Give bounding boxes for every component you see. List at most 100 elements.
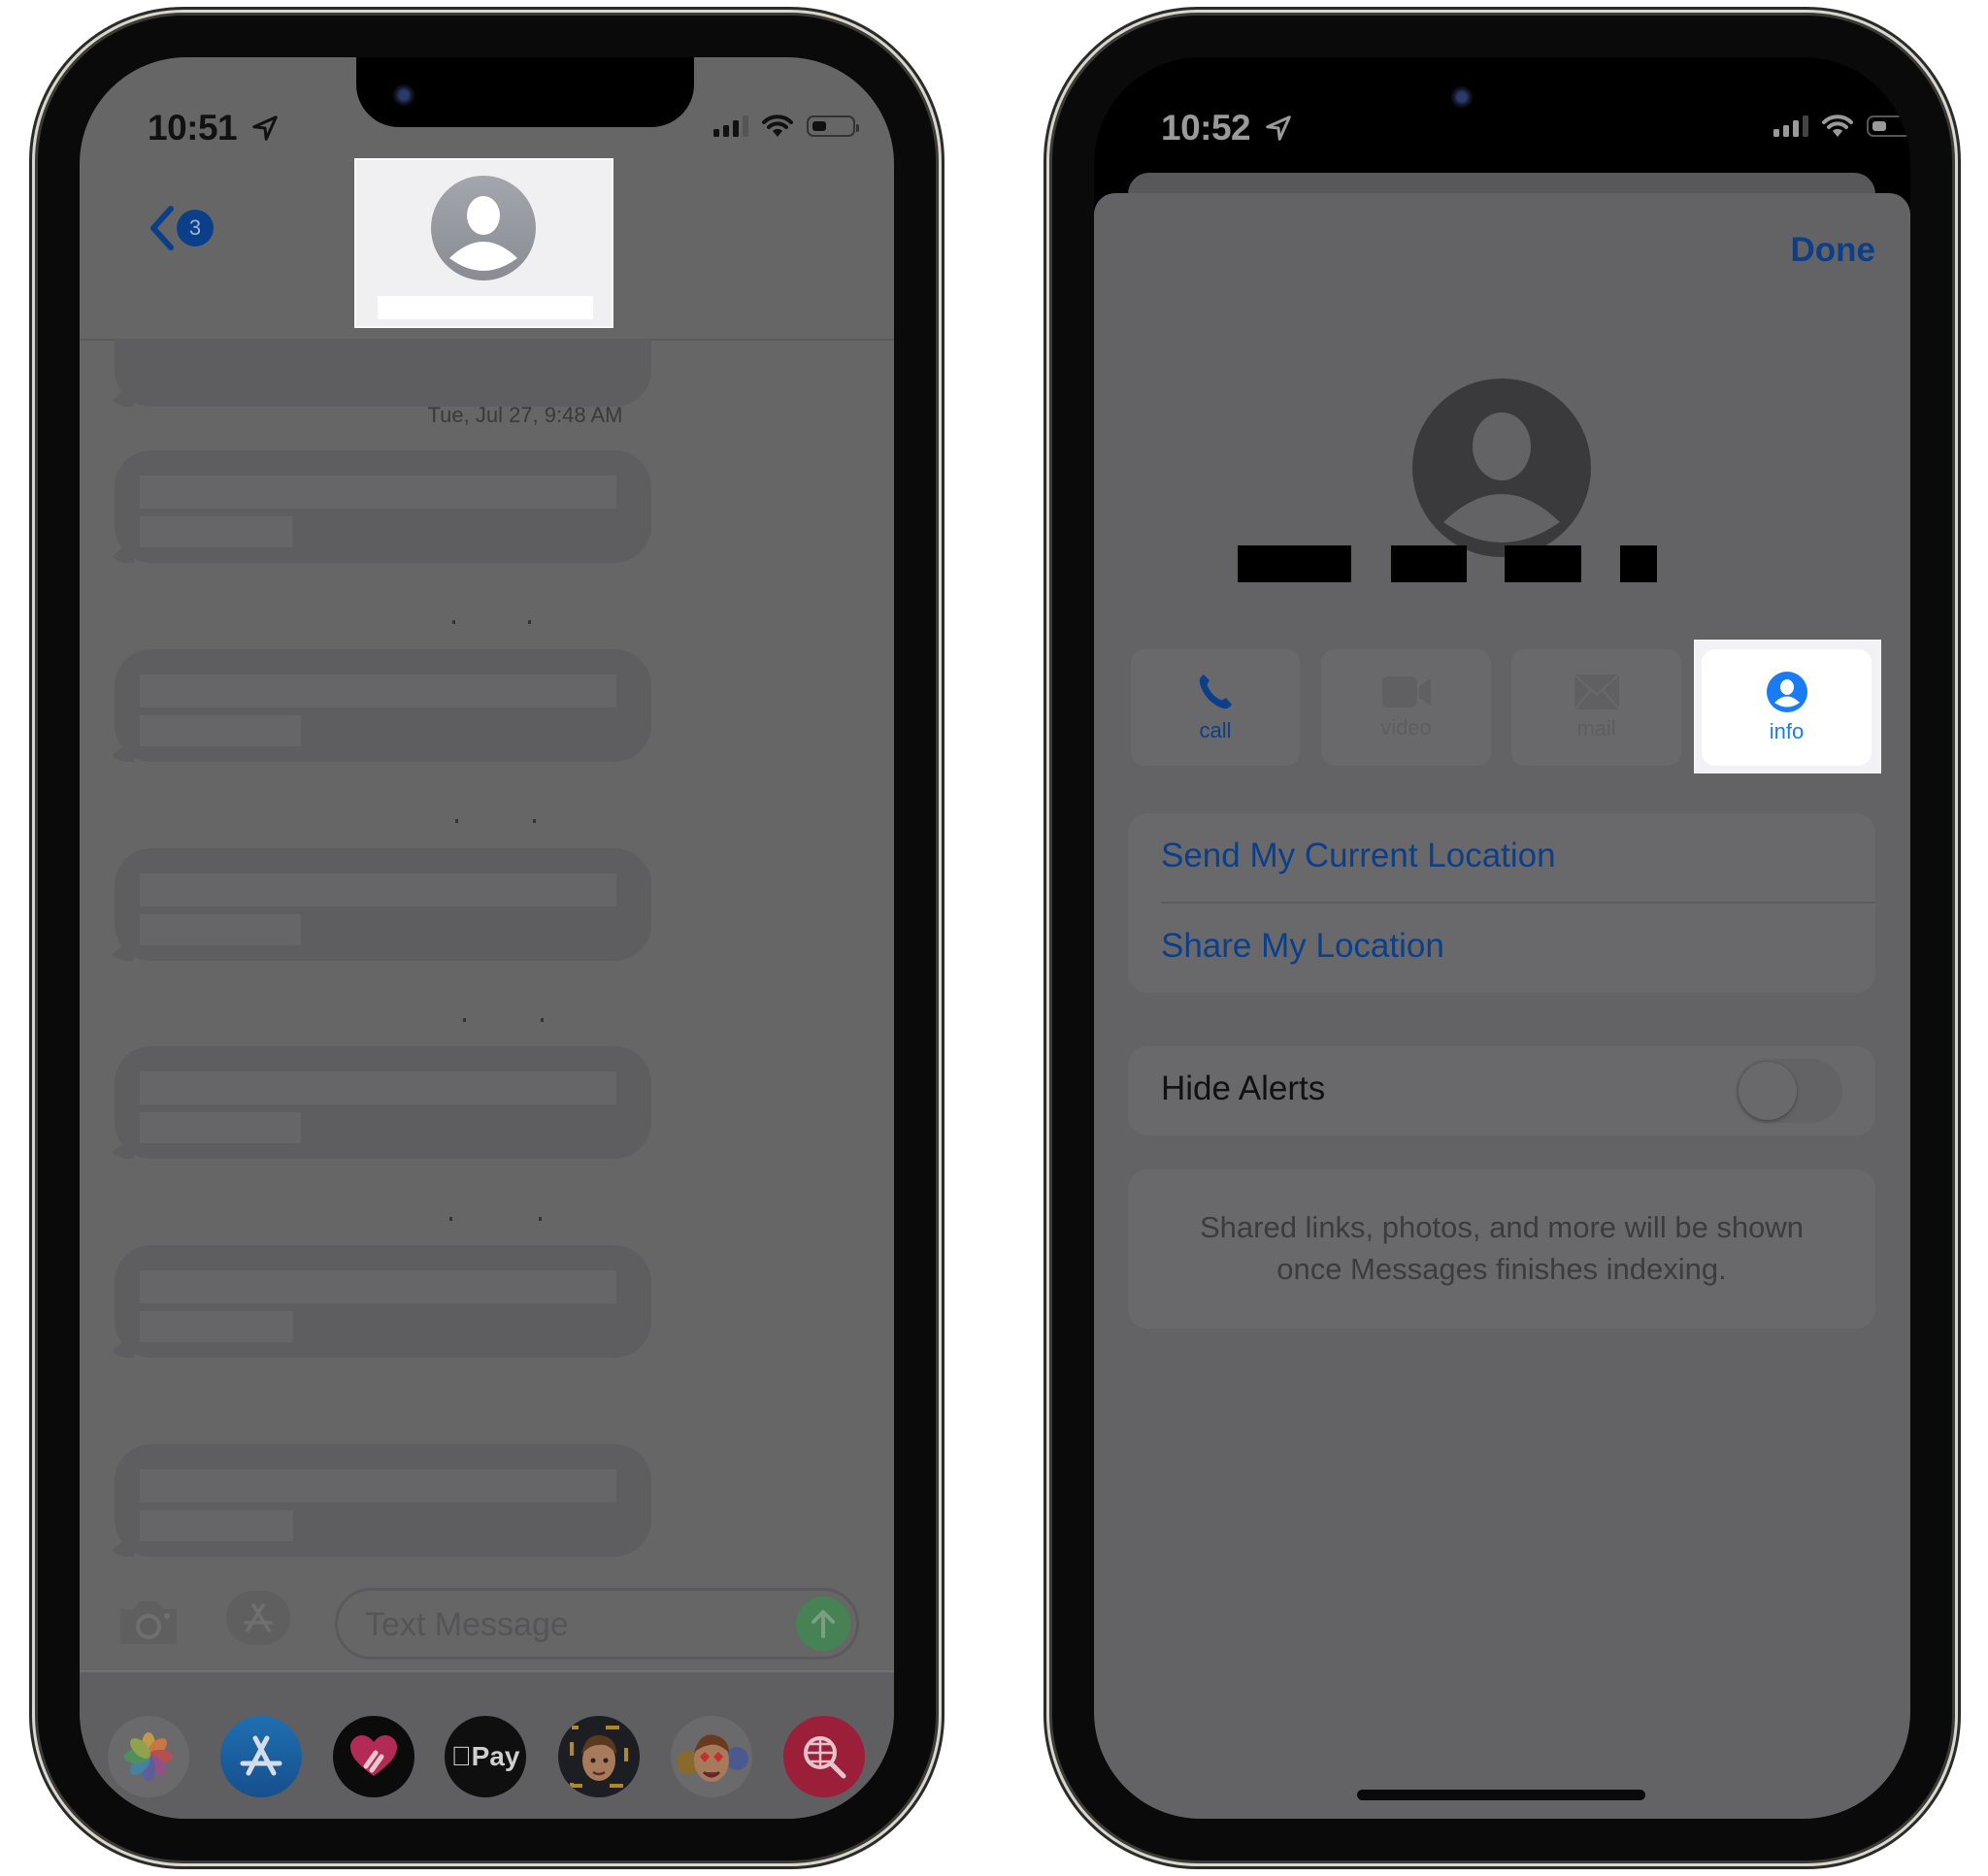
image-search-icon[interactable] [783,1716,865,1797]
contact-info-sheet: Done call video mail info Send My Curren… [1094,193,1910,1819]
camera-icon[interactable] [116,1597,181,1648]
apple-pay-icon[interactable]: Pay [445,1716,526,1797]
memoji-stickers-icon[interactable] [671,1716,752,1797]
battery-icon [807,115,859,137]
video-camera-icon [1381,676,1431,708]
photos-flower-icon [124,1732,173,1781]
status-icons [1773,114,1910,139]
wifi-icon [762,115,793,137]
person-circle-icon [1766,672,1807,712]
message-bubble[interactable] [105,450,651,563]
typing-mark [528,620,531,624]
send-button[interactable] [796,1596,850,1651]
app-store-glyph-icon [244,1603,273,1632]
info-label: info [1769,719,1805,743]
right-phone: 10:52 Done call video mail info Send My … [1052,16,1952,1860]
silent-switch [29,388,37,452]
photos-icon[interactable] [108,1716,189,1797]
apple-pay-label: Pay [451,1741,520,1771]
status-time: 10:52 [1161,108,1293,148]
contact-name-redacted [1505,545,1581,582]
contact-name [378,296,593,319]
typing-mark [533,819,536,823]
volume-down-button [1044,694,1052,830]
message-bubble[interactable] [105,1245,651,1358]
message-bubble[interactable] [105,848,651,961]
unread-badge: 3 [177,210,214,247]
contact-name-redacted [1620,545,1657,582]
person-circle-icon [1412,378,1591,557]
envelope-icon [1573,674,1620,710]
heart-icon [350,1735,397,1776]
conversation-timestamp: Tue, Jul 27, 9:48 AM [427,403,623,427]
send-current-location-button[interactable]: Send My Current Location [1161,837,1556,875]
power-button [1952,568,1960,786]
indexing-message: Shared links, photos, and more will be s… [1199,1210,1805,1286]
status-time: 10:51 [148,108,280,148]
back-button[interactable]: 3 [148,205,214,251]
left-phone: 10:51 3 Tue, Jul 27, 9:48 AM Text Messag… [38,16,936,1860]
cellular-signal-icon [1773,115,1808,137]
location-arrow-icon [1266,115,1291,141]
messages-conversation-screen: 10:51 3 Tue, Jul 27, 9:48 AM Text Messag… [80,57,894,1819]
call-button[interactable]: call [1131,649,1300,766]
typing-mark [452,620,455,624]
contact-name-redacted [1238,545,1351,582]
done-button[interactable]: Done [1791,231,1876,270]
wifi-icon [1822,115,1853,137]
contact-details-screen: 10:52 Done call video mail info Send My … [1094,57,1910,1819]
contact-header-button[interactable] [356,160,612,326]
power-button [936,568,944,786]
status-icons [713,114,859,139]
home-indicator[interactable] [1357,1790,1645,1800]
location-card: Send My Current Location Share My Locati… [1128,813,1875,993]
typing-mark [455,819,458,823]
app-store-glyph-icon [240,1735,282,1776]
hide-alerts-card: Hide Alerts [1128,1046,1875,1135]
toggle-knob [1739,1062,1797,1120]
hide-alerts-label: Hide Alerts [1161,1070,1326,1107]
chevron-left-icon [150,206,174,250]
memoji-icon[interactable] [558,1716,640,1797]
app-store-icon[interactable] [226,1591,290,1645]
message-bubble[interactable] [105,649,651,762]
volume-down-button [29,694,37,830]
video-button[interactable]: video [1321,649,1491,766]
digital-touch-icon[interactable] [333,1716,414,1797]
phone-icon [1199,675,1232,709]
volume-up-button [1044,519,1052,655]
typing-mark [541,1018,544,1022]
message-input[interactable] [363,1600,775,1649]
cellular-signal-icon [713,115,748,137]
globe-magnifier-icon [804,1736,846,1779]
volume-up-button [29,519,37,655]
info-button[interactable]: info [1702,649,1872,766]
typing-mark [449,1217,452,1221]
typing-mark [539,1217,542,1221]
memoji-stickers-face-icon [677,1734,748,1782]
hide-alerts-toggle[interactable] [1736,1059,1842,1123]
app-drawer: Pay [80,1670,894,1819]
arrow-up-icon [812,1610,835,1638]
mail-label: mail [1576,716,1616,741]
silent-switch [1044,388,1052,452]
share-location-button[interactable]: Share My Location [1161,927,1444,966]
contact-name-redacted [1391,545,1467,582]
message-input-field[interactable] [335,1588,859,1660]
drawer-separator [80,1670,894,1672]
call-label: call [1199,718,1232,742]
app-store-icon[interactable] [220,1716,302,1797]
memoji-face-icon [570,1726,628,1788]
front-camera [393,84,414,106]
location-arrow-icon [252,115,278,141]
mail-button[interactable]: mail [1511,649,1681,766]
card-separator [1161,902,1875,904]
message-bubble[interactable] [105,1444,651,1557]
front-camera [1451,86,1473,108]
message-bubble[interactable] [105,1046,651,1159]
person-circle-icon [431,176,536,280]
video-label: video [1380,715,1432,740]
shared-content-card: Shared links, photos, and more will be s… [1128,1169,1875,1329]
battery-icon [1867,115,1910,137]
typing-mark [463,1018,466,1022]
